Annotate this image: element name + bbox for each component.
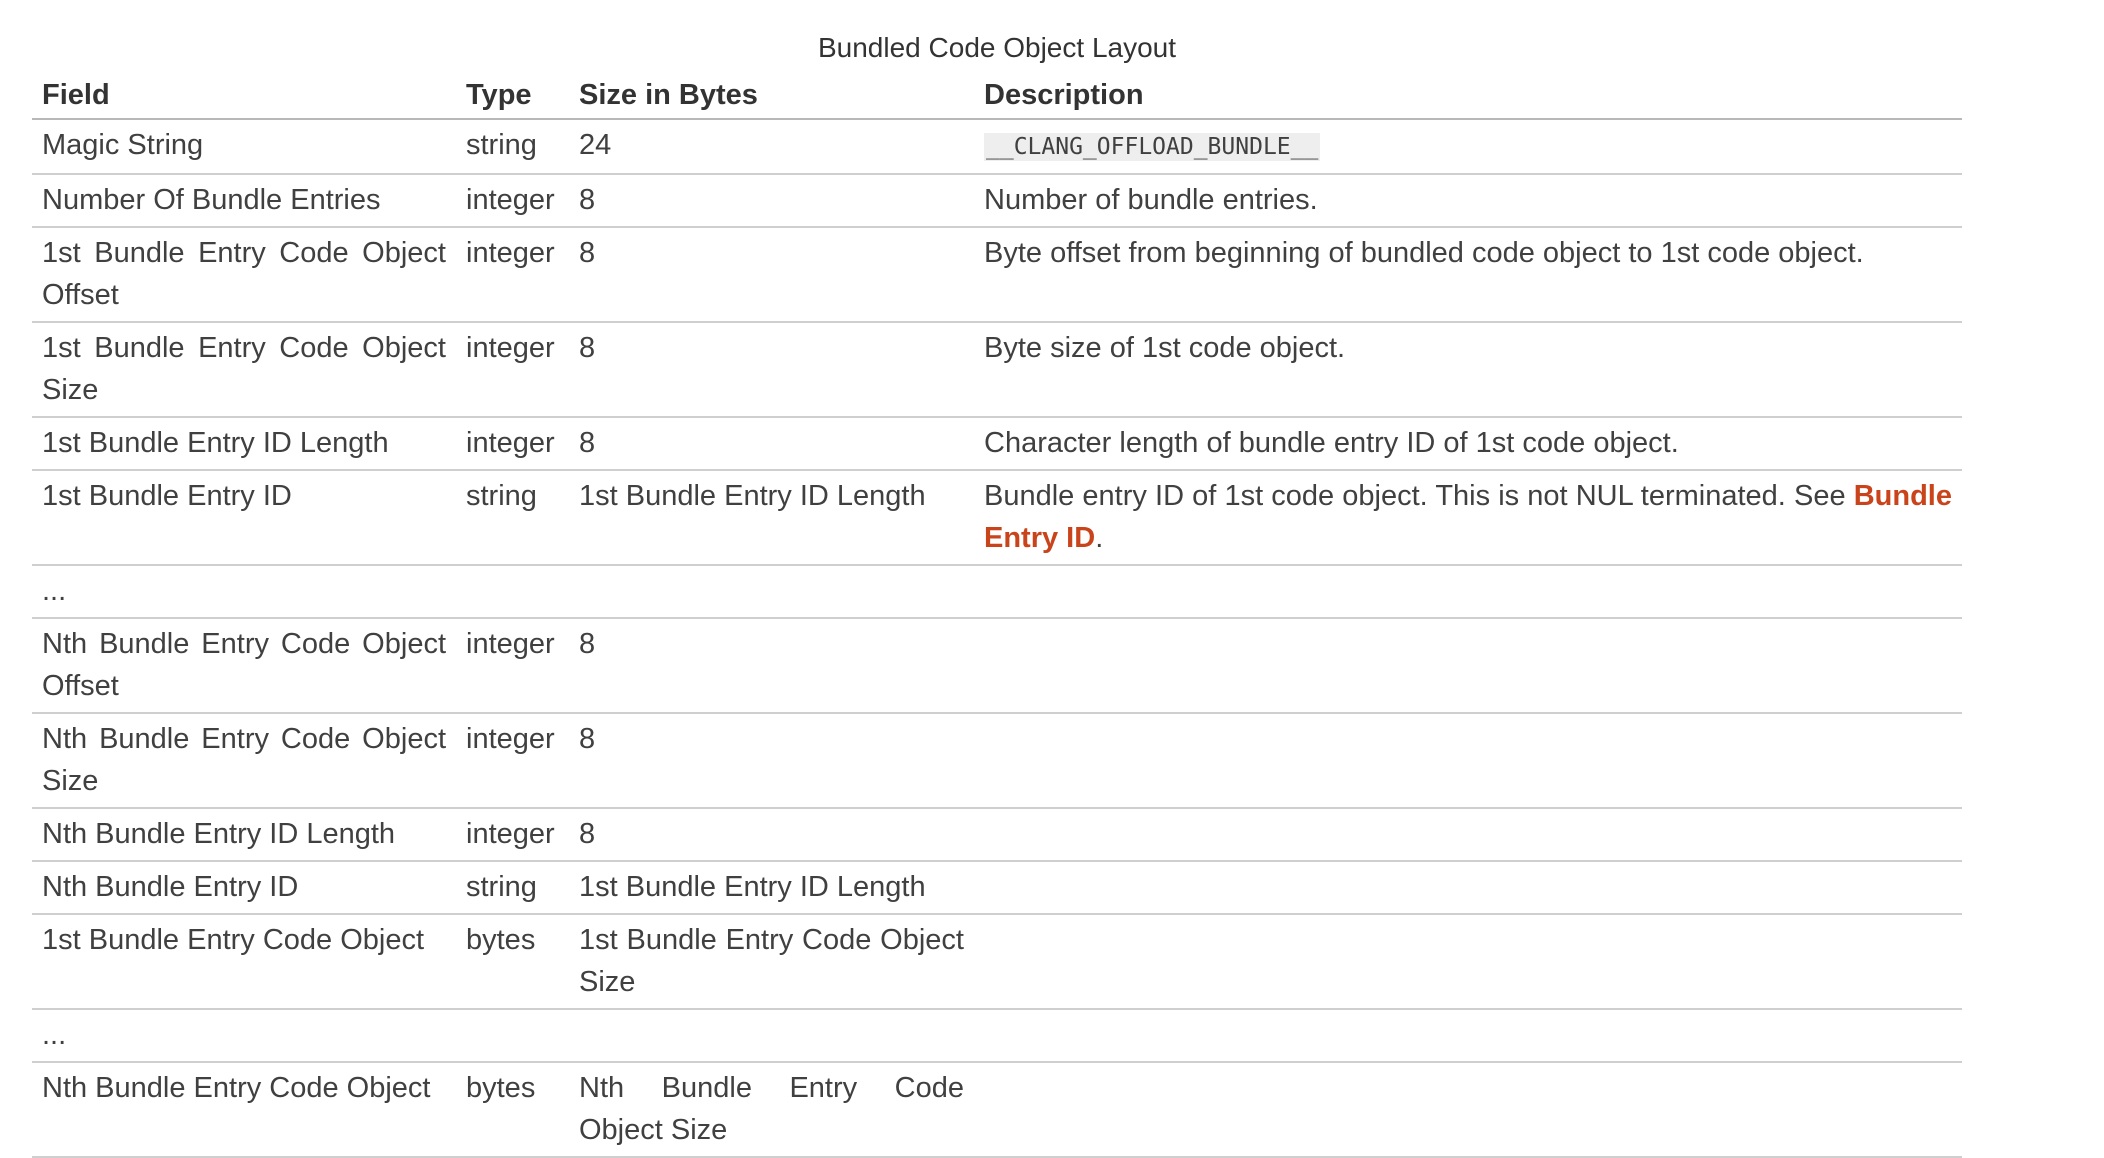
header-description: Description (974, 70, 1962, 120)
cell-field: 1st Bundle Entry Code Object Size (32, 322, 456, 418)
cell-description (974, 713, 1962, 809)
cell-type: integer (456, 227, 569, 323)
table-row: Nth Bundle Entry Code Object Offset inte… (32, 618, 1962, 714)
cell-size: 1st Bundle Entry Code Object Size (569, 914, 974, 1010)
table-row: Magic String string 24 __CLANG_OFFLOAD_B… (32, 119, 1962, 175)
cell-type: string (456, 861, 569, 915)
description-text: Bundle entry ID of 1st code object. This… (984, 480, 1854, 512)
cell-description: Byte size of 1st code object. (974, 322, 1962, 418)
cell-field: 1st Bundle Entry ID Length (32, 417, 456, 471)
cell-description: Byte offset from beginning of bundled co… (974, 227, 1962, 323)
cell-field: 1st Bundle Entry ID (32, 470, 456, 566)
cell-type: integer (456, 322, 569, 418)
table-body: Magic String string 24 __CLANG_OFFLOAD_B… (32, 119, 1962, 1158)
cell-type: integer (456, 713, 569, 809)
cell-field: Nth Bundle Entry Code Object (32, 1062, 456, 1158)
cell-field: Number Of Bundle Entries (32, 174, 456, 228)
cell-field: Nth Bundle Entry ID (32, 861, 456, 915)
cell-field: 1st Bundle Entry Code Object (32, 914, 456, 1010)
cell-description: Number of bundle entries. (974, 174, 1962, 228)
table-row: 1st Bundle Entry Code Object bytes 1st B… (32, 914, 1962, 1010)
cell-type: bytes (456, 914, 569, 1010)
cell-field: 1st Bundle Entry Code Object Offset (32, 227, 456, 323)
cell-field: ... (32, 1009, 456, 1063)
cell-size: 24 (569, 119, 974, 175)
cell-description (974, 618, 1962, 714)
header-size: Size in Bytes (569, 70, 974, 120)
cell-field: Nth Bundle Entry Code Object Size (32, 713, 456, 809)
cell-type (456, 565, 569, 619)
cell-type: integer (456, 417, 569, 471)
cell-description: Character length of bundle entry ID of 1… (974, 417, 1962, 471)
cell-description (974, 914, 1962, 1010)
bundled-code-object-layout-table: Field Type Size in Bytes Description Mag… (32, 70, 1962, 1158)
magic-string-code: __CLANG_OFFLOAD_BUNDLE__ (984, 133, 1321, 161)
table-row: Nth Bundle Entry Code Object bytes Nth B… (32, 1062, 1962, 1158)
table-row: Nth Bundle Entry Code Object Size intege… (32, 713, 1962, 809)
header-type: Type (456, 70, 569, 120)
cell-description: Bundle entry ID of 1st code object. This… (974, 470, 1962, 566)
cell-size (569, 565, 974, 619)
table-row: 1st Bundle Entry ID string 1st Bundle En… (32, 470, 1962, 566)
table-header: Field Type Size in Bytes Description (32, 70, 1962, 120)
cell-type (456, 1009, 569, 1063)
cell-size: 8 (569, 808, 974, 862)
cell-description (974, 861, 1962, 915)
cell-field: Nth Bundle Entry Code Object Offset (32, 618, 456, 714)
cell-size: 8 (569, 713, 974, 809)
cell-type: integer (456, 618, 569, 714)
table-row: ... (32, 1009, 1962, 1063)
cell-size: 1st Bundle Entry ID Length (569, 861, 974, 915)
table-row: 1st Bundle Entry ID Length integer 8 Cha… (32, 417, 1962, 471)
cell-type: integer (456, 174, 569, 228)
cell-size: Nth Bundle Entry Code Object Size (569, 1062, 974, 1158)
cell-description (974, 1009, 1962, 1063)
layout-table-container: Bundled Code Object Layout Field Type Si… (32, 26, 1962, 1158)
cell-size: 1st Bundle Entry ID Length (569, 470, 974, 566)
cell-description (974, 808, 1962, 862)
cell-type: bytes (456, 1062, 569, 1158)
table-row: ... (32, 565, 1962, 619)
cell-field: Magic String (32, 119, 456, 175)
table-row: Number Of Bundle Entries integer 8 Numbe… (32, 174, 1962, 228)
cell-type: string (456, 470, 569, 566)
cell-size: 8 (569, 417, 974, 471)
table-caption: Bundled Code Object Layout (817, 32, 1177, 63)
cell-type: string (456, 119, 569, 175)
header-row: Field Type Size in Bytes Description (32, 70, 1962, 120)
cell-size: 8 (569, 174, 974, 228)
cell-size: 8 (569, 227, 974, 323)
table-row: Nth Bundle Entry ID Length integer 8 (32, 808, 1962, 862)
table-row: 1st Bundle Entry Code Object Offset inte… (32, 227, 1962, 323)
table-row: 1st Bundle Entry Code Object Size intege… (32, 322, 1962, 418)
table-row: Nth Bundle Entry ID string 1st Bundle En… (32, 861, 1962, 915)
header-field: Field (32, 70, 456, 120)
cell-size: 8 (569, 618, 974, 714)
cell-field: ... (32, 565, 456, 619)
cell-description (974, 565, 1962, 619)
cell-field: Nth Bundle Entry ID Length (32, 808, 456, 862)
cell-type: integer (456, 808, 569, 862)
description-period: . (1095, 522, 1104, 554)
cell-description (974, 1062, 1962, 1158)
cell-description: __CLANG_OFFLOAD_BUNDLE__ (974, 119, 1962, 175)
cell-size: 8 (569, 322, 974, 418)
cell-size (569, 1009, 974, 1063)
